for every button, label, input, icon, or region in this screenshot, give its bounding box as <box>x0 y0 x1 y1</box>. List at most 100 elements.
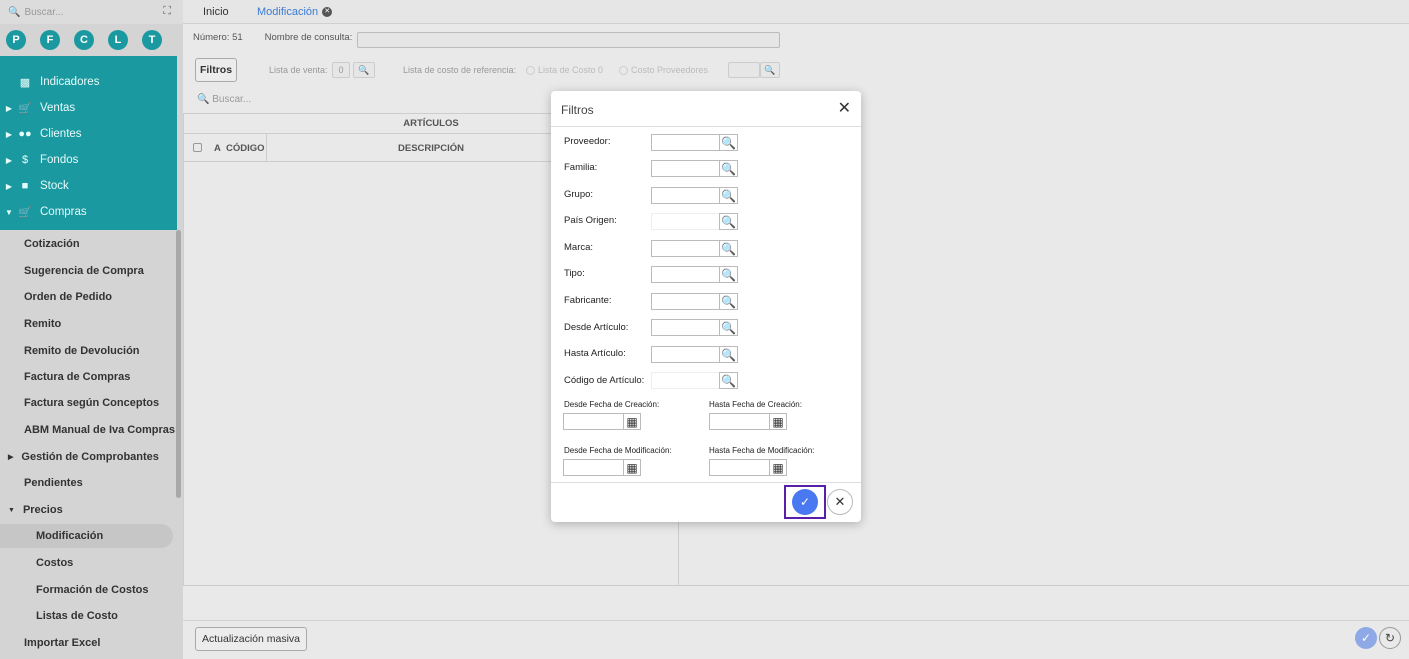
proveedor-input[interactable] <box>651 134 719 151</box>
tab-modificacion[interactable]: Modificación ✕ <box>257 0 333 24</box>
sidebar-scrollbar[interactable] <box>176 230 181 498</box>
desde-articulo-input[interactable] <box>651 319 719 336</box>
codigo-articulo-label: Código de Artículo: <box>564 375 645 386</box>
sidebar-search[interactable]: 🔍 Buscar... ⛶ <box>0 0 183 24</box>
col-codigo[interactable]: CÓDIGO <box>226 143 265 154</box>
radio-lista-costo-0[interactable]: Lista de Costo 0 <box>526 65 603 76</box>
fabricante-input[interactable] <box>651 293 719 310</box>
tipo-label: Tipo: <box>564 268 585 279</box>
search-icon[interactable]: 🔍 <box>719 293 738 310</box>
avatar-c[interactable]: C <box>74 30 94 50</box>
tipo-input[interactable] <box>651 266 719 283</box>
grid-search[interactable]: 🔍 Buscar... <box>197 94 251 105</box>
search-icon: 🔍 <box>358 64 370 75</box>
nav-remito-devolucion[interactable]: Remito de Devolución <box>24 345 140 357</box>
select-all-checkbox[interactable] <box>193 143 202 152</box>
radio-costo-proveedores[interactable]: Costo Proveedores <box>619 65 708 76</box>
familia-input[interactable] <box>651 160 719 177</box>
caret-right-icon: ▶ <box>5 129 13 139</box>
nav-factura-conceptos[interactable]: Factura según Conceptos <box>24 397 159 409</box>
search-icon[interactable]: 🔍 <box>719 372 738 389</box>
lista-venta-search[interactable]: 🔍 <box>353 62 375 78</box>
search-icon[interactable]: 🔍 <box>719 213 738 230</box>
search-icon: 🔍 <box>197 94 210 105</box>
search-icon[interactable]: 🔍 <box>719 134 738 151</box>
codigo-articulo-input[interactable] <box>651 372 719 389</box>
search-icon[interactable]: 🔍 <box>719 266 738 283</box>
nav-precios[interactable]: ▼ Precios <box>8 504 63 516</box>
col-descripcion[interactable]: DESCRIPCIÓN <box>398 143 464 154</box>
avatar-row: P F C L T <box>6 30 162 50</box>
hasta-mod-input[interactable] <box>709 459 769 476</box>
avatar-l[interactable]: L <box>108 30 128 50</box>
avatar-f[interactable]: F <box>40 30 60 50</box>
confirm-icon[interactable]: ✓ <box>1355 627 1377 649</box>
search-icon: 🔍 <box>8 6 21 18</box>
nav-listas-costo[interactable]: Listas de Costo <box>36 610 118 622</box>
tab-inicio[interactable]: Inicio <box>203 0 229 24</box>
hasta-mod-label: Hasta Fecha de Modificación: <box>709 446 815 455</box>
box-icon: ■ <box>21 180 29 192</box>
avatar-t[interactable]: T <box>142 30 162 50</box>
nav-gestion[interactable]: ▶ Gestión de Comprobantes <box>8 451 159 463</box>
calendar-icon[interactable]: ▦ <box>769 413 787 430</box>
avatar-p[interactable]: P <box>6 30 26 50</box>
menu-indicadores[interactable]: ▩ Indicadores <box>0 69 177 95</box>
col-a[interactable]: A <box>214 143 221 154</box>
nav-costos[interactable]: Costos <box>36 557 73 569</box>
menu-ventas[interactable]: ▶ 🛒 Ventas <box>0 95 177 121</box>
grupo-label: Grupo: <box>564 189 594 200</box>
ok-button[interactable]: ✓ <box>792 489 818 515</box>
cancel-button[interactable]: ✕ <box>827 489 853 515</box>
costo-input[interactable] <box>728 62 760 78</box>
desde-mod-input[interactable] <box>563 459 623 476</box>
calendar-icon[interactable]: ▦ <box>769 459 787 476</box>
nav-importar-excel[interactable]: Importar Excel <box>24 637 100 649</box>
close-icon[interactable]: ✕ <box>322 7 333 17</box>
search-icon: 🔍 <box>764 64 776 75</box>
nav-factura-compras[interactable]: Factura de Compras <box>24 371 130 383</box>
calendar-icon[interactable]: ▦ <box>623 459 641 476</box>
dashboard-icon: ▩ <box>19 76 31 89</box>
marca-input[interactable] <box>651 240 719 257</box>
calendar-icon[interactable]: ▦ <box>623 413 641 430</box>
desde-articulo-label: Desde Artículo: <box>564 322 629 333</box>
hasta-creacion-input[interactable] <box>709 413 769 430</box>
menu-stock[interactable]: ▶ ■ Stock <box>0 173 177 199</box>
menu-fondos[interactable]: ▶ $ Fondos <box>0 147 177 173</box>
grupo-input[interactable] <box>651 187 719 204</box>
caret-right-icon: ▶ <box>8 454 14 461</box>
nav-abm-iva[interactable]: ABM Manual de Iva Compras <box>24 424 175 436</box>
tab-label: Inicio <box>203 6 229 18</box>
close-icon[interactable]: ✕ <box>838 98 851 118</box>
desde-creacion-input[interactable] <box>563 413 623 430</box>
nav-orden-pedido[interactable]: Orden de Pedido <box>24 291 112 303</box>
menu-compras[interactable]: ▼ 🛒 Compras <box>0 199 177 225</box>
consulta-input[interactable] <box>357 32 780 48</box>
numero-row: Número: 51 Nombre de consulta: <box>193 32 352 43</box>
nav-cotizacion[interactable]: Cotización <box>24 238 80 250</box>
search-icon[interactable]: 🔍 <box>719 346 738 363</box>
menu-clientes[interactable]: ▶ ●● Clientes <box>0 121 177 147</box>
nav-formacion-costos[interactable]: Formación de Costos <box>36 584 148 596</box>
lista-venta-input[interactable]: 0 <box>332 62 350 78</box>
menu-label: Indicadores <box>40 76 100 88</box>
search-icon[interactable]: 🔍 <box>719 160 738 177</box>
divider <box>551 482 861 483</box>
hasta-articulo-input[interactable] <box>651 346 719 363</box>
search-icon[interactable]: 🔍 <box>719 187 738 204</box>
nav-label: Gestión de Comprobantes <box>21 451 159 463</box>
nav-remito[interactable]: Remito <box>24 318 61 330</box>
actualizacion-masiva-button[interactable]: Actualización masiva <box>195 627 307 651</box>
nav-modificacion[interactable]: Modificación <box>36 530 103 542</box>
search-icon[interactable]: 🔍 <box>719 240 738 257</box>
costo-search[interactable]: 🔍 <box>760 62 780 78</box>
search-icon[interactable]: 🔍 <box>719 319 738 336</box>
caret-right-icon: ▶ <box>5 181 13 191</box>
refresh-icon[interactable]: ↻ <box>1379 627 1401 649</box>
expand-icon[interactable]: ⛶ <box>163 5 171 18</box>
nav-pendientes[interactable]: Pendientes <box>24 477 83 489</box>
filtros-button[interactable]: Filtros <box>195 58 237 82</box>
pais-origen-input[interactable] <box>651 213 719 230</box>
nav-sugerencia[interactable]: Sugerencia de Compra <box>24 265 144 277</box>
